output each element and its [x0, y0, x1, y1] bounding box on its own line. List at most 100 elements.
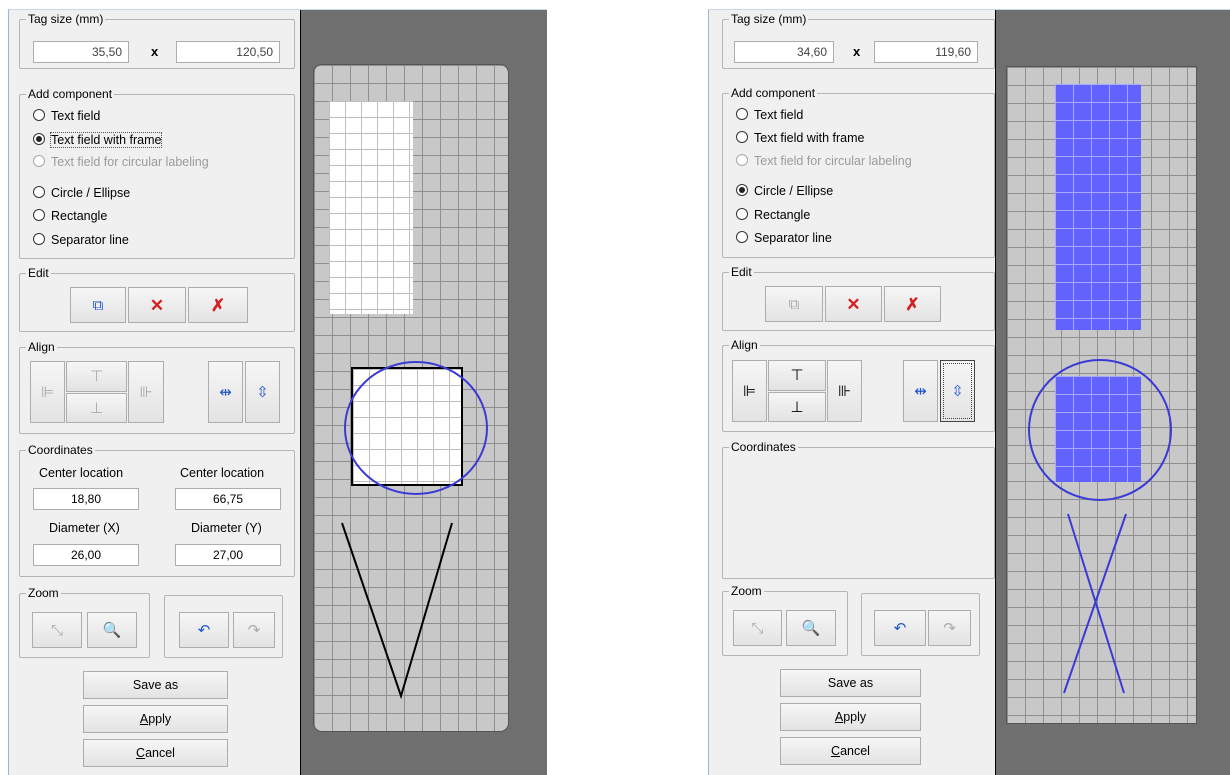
radio-text-field-with-frame[interactable]: Text field with frame [736, 129, 864, 147]
zoom-button[interactable]: 🔍 [87, 612, 137, 648]
radio-indicator [736, 108, 748, 120]
cancel-mnemonic: C [831, 744, 841, 758]
center-vertical-button[interactable]: ⇳ [940, 360, 975, 422]
delete-button[interactable]: ✕ [825, 286, 882, 322]
add-component-legend: Add component [28, 87, 113, 101]
left-shapes-layer [341, 361, 488, 700]
align-top-button[interactable]: ⊤ [768, 360, 826, 391]
tag-width-input[interactable]: 34,60 [734, 41, 834, 63]
separator-lines-element[interactable] [341, 522, 453, 700]
tag-height-input[interactable]: 119,60 [874, 41, 978, 63]
align-bottom-button[interactable]: ⊥ [768, 392, 826, 422]
align-left-icon: ⊫ [40, 383, 55, 401]
delete-all-button[interactable]: ✗ [884, 286, 941, 322]
center-horizontal-button[interactable]: ⇹ [208, 361, 243, 423]
delete-all-button[interactable]: ✗ [188, 287, 248, 323]
align-bottom-icon: ⊥ [89, 399, 104, 417]
radio-text-field-circular[interactable]: Text field for circular labeling [33, 153, 209, 171]
coordinates-group: Coordinates [722, 440, 995, 579]
save-as-button[interactable]: Save as [780, 669, 921, 697]
right-design-canvas[interactable] [996, 10, 1230, 775]
coordinates-legend: Coordinates [28, 443, 93, 457]
radio-circle-ellipse[interactable]: Circle / Ellipse [736, 182, 833, 200]
tag-height-input[interactable]: 120,50 [176, 41, 280, 63]
delete-all-icon: ✗ [210, 295, 226, 315]
radio-separator-line[interactable]: Separator line [33, 231, 129, 249]
zoom-fit-button[interactable]: ⤡ [32, 612, 82, 648]
center-vertical-button[interactable]: ⇳ [245, 361, 280, 423]
copy-icon: ⧉ [788, 295, 800, 313]
radio-rectangle[interactable]: Rectangle [736, 206, 810, 224]
cancel-label-rest: ancel [840, 744, 870, 758]
tag-size-legend: Tag size (mm) [28, 12, 104, 26]
cancel-button[interactable]: Cancel [780, 737, 921, 765]
undo-button[interactable]: ↶ [179, 612, 229, 648]
align-top-button[interactable]: ⊤ [66, 361, 127, 392]
tag-size-x-label: x [853, 44, 861, 59]
center-horizontal-button[interactable]: ⇹ [903, 360, 938, 422]
apply-label-rest: pply [843, 710, 867, 724]
align-right-icon: ⊪ [139, 383, 153, 401]
center-x-input[interactable]: 18,80 [33, 488, 139, 510]
center-y-input[interactable]: 66,75 [175, 488, 281, 510]
diameter-x-input[interactable]: 26,00 [33, 544, 139, 566]
coordinates-legend: Coordinates [731, 440, 796, 454]
radio-indicator [33, 155, 45, 167]
separator-line-2[interactable] [1063, 513, 1127, 694]
radio-text-field[interactable]: Text field [33, 107, 100, 125]
radio-indicator [33, 209, 45, 221]
delete-button[interactable]: ✕ [128, 287, 186, 323]
copy-button[interactable]: ⧉ [70, 287, 126, 323]
left-design-canvas[interactable] [301, 10, 547, 775]
cancel-button[interactable]: Cancel [83, 739, 228, 767]
apply-mnemonic: A [834, 710, 844, 724]
copy-button[interactable]: ⧉ [765, 286, 823, 322]
center-y-label: Center location [180, 466, 265, 480]
align-right-button[interactable]: ⊪ [128, 361, 164, 423]
zoom-legend: Zoom [28, 586, 59, 600]
radio-text-field-with-frame[interactable]: Text field with frame [33, 131, 163, 149]
radio-text-field[interactable]: Text field [736, 106, 803, 124]
add-component-legend: Add component [731, 86, 816, 100]
radio-circle-ellipse[interactable]: Circle / Ellipse [33, 184, 130, 202]
right-dialog-window: Tag size (mm) 34,60 x 119,60 Add compone… [708, 9, 1230, 775]
align-right-button[interactable]: ⊪ [827, 360, 862, 422]
zoom-fit-button[interactable]: ⤡ [733, 610, 782, 646]
circle-element[interactable] [1028, 359, 1172, 501]
cancel-mnemonic: C [136, 746, 146, 760]
copy-icon: ⧉ [92, 296, 104, 314]
align-left-button[interactable]: ⊫ [30, 361, 65, 423]
align-legend: Align [28, 340, 55, 354]
align-left-button[interactable]: ⊫ [732, 360, 767, 422]
save-as-button[interactable]: Save as [83, 671, 228, 699]
center-horizontal-icon: ⇹ [219, 383, 232, 401]
delete-icon: ✕ [149, 295, 165, 315]
zoom-button[interactable]: 🔍 [786, 610, 836, 646]
apply-button[interactable]: Apply [780, 703, 921, 731]
radio-rectangle[interactable]: Rectangle [33, 207, 107, 225]
align-top-icon: ⊤ [89, 368, 104, 385]
right-shapes-layer [1028, 359, 1172, 694]
cancel-label-rest: ancel [145, 746, 175, 760]
zoom-legend: Zoom [731, 584, 762, 598]
apply-button[interactable]: Apply [83, 705, 228, 733]
tag-width-input[interactable]: 35,50 [33, 41, 129, 63]
center-horizontal-icon: ⇹ [914, 382, 927, 400]
radio-indicator [736, 208, 748, 220]
align-bottom-button[interactable]: ⊥ [66, 393, 127, 423]
radio-separator-line[interactable]: Separator line [736, 229, 832, 247]
apply-label-rest: pply [148, 712, 172, 726]
align-top-icon: ⊤ [790, 367, 804, 384]
radio-text-field-circular[interactable]: Text field for circular labeling [736, 152, 912, 170]
edit-legend: Edit [731, 265, 752, 279]
radio-indicator [736, 231, 748, 243]
radio-indicator [33, 186, 45, 198]
radio-indicator [736, 131, 748, 143]
redo-button[interactable]: ↷ [928, 610, 971, 646]
diameter-x-label: Diameter (X) [49, 521, 120, 535]
circle-element[interactable] [344, 361, 488, 495]
undo-button[interactable]: ↶ [874, 610, 926, 646]
diameter-y-input[interactable]: 27,00 [175, 544, 281, 566]
redo-button[interactable]: ↷ [233, 612, 275, 648]
align-right-icon: ⊪ [837, 382, 852, 400]
